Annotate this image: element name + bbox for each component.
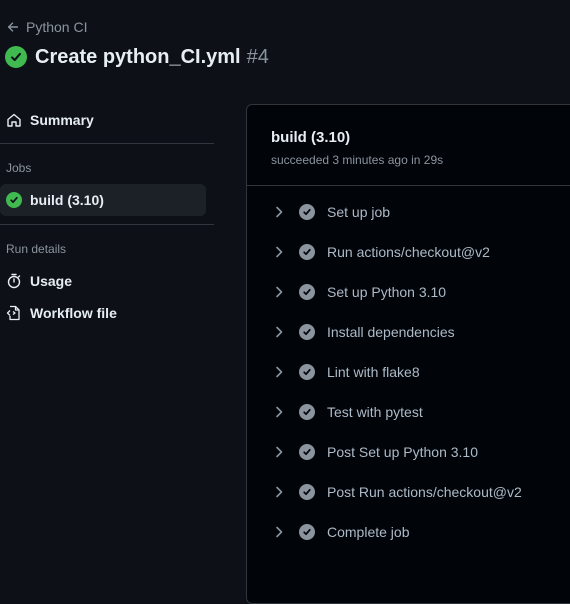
chevron-right-icon <box>276 326 283 338</box>
chevron-right-icon <box>276 246 283 258</box>
run-details-heading: Run details <box>6 242 67 256</box>
step-row[interactable]: Complete job <box>271 520 570 544</box>
step-row[interactable]: Post Run actions/checkout@v2 <box>271 480 570 504</box>
step-label: Post Set up Python 3.10 <box>327 444 478 460</box>
page-title: Create python_CI.yml <box>35 45 241 68</box>
back-link[interactable]: Python CI <box>6 17 87 37</box>
chevron-right-icon <box>276 366 283 378</box>
sidebar-divider <box>0 224 214 225</box>
chevron-right-icon <box>276 486 283 498</box>
job-status-text: succeeded 3 minutes ago in 29s <box>271 153 444 167</box>
job-label: build (3.10) <box>30 192 104 208</box>
step-success-icon <box>299 404 315 420</box>
page-title-row: Create python_CI.yml #4 <box>5 43 269 71</box>
step-success-icon <box>299 284 315 300</box>
step-label: Test with pytest <box>327 404 423 420</box>
step-success-icon <box>299 244 315 260</box>
step-label: Complete job <box>327 524 410 540</box>
chevron-right-icon <box>276 526 283 538</box>
step-label: Set up job <box>327 204 391 220</box>
step-row[interactable]: Lint with flake8 <box>271 360 570 384</box>
run-number: #4 <box>246 45 269 68</box>
step-label: Lint with flake8 <box>327 364 420 380</box>
step-row[interactable]: Set up job <box>271 200 570 224</box>
back-link-label: Python CI <box>26 19 88 35</box>
arrow-left-icon <box>7 22 19 32</box>
chevron-right-icon <box>276 286 283 298</box>
step-row[interactable]: Set up Python 3.10 <box>271 280 570 304</box>
chevron-right-icon <box>276 406 283 418</box>
step-success-icon <box>299 364 315 380</box>
step-success-icon <box>299 204 315 220</box>
step-success-icon <box>299 444 315 460</box>
sidebar-item-usage[interactable]: Usage <box>0 265 72 297</box>
chevron-right-icon <box>276 206 283 218</box>
step-row[interactable]: Post Set up Python 3.10 <box>271 440 570 464</box>
jobs-heading: Jobs <box>6 161 32 175</box>
sidebar-item-label: Workflow file <box>30 305 117 321</box>
job-panel-header: build (3.10) succeeded 3 minutes ago in … <box>271 129 443 167</box>
sidebar-item-label: Summary <box>30 112 94 128</box>
step-label: Post Run actions/checkout@v2 <box>327 484 522 500</box>
stopwatch-icon <box>7 273 21 289</box>
chevron-right-icon <box>276 446 283 458</box>
workflow-file-icon <box>6 305 20 321</box>
success-check-icon <box>5 46 27 68</box>
job-title: build (3.10) <box>271 129 351 146</box>
sidebar-item-workflow-file[interactable]: Workflow file <box>0 297 117 329</box>
step-success-icon <box>299 484 315 500</box>
sidebar-job-build[interactable]: build (3.10) <box>0 184 206 216</box>
step-row[interactable]: Test with pytest <box>271 400 570 424</box>
sidebar-item-label: Usage <box>30 273 73 289</box>
step-label: Install dependencies <box>327 324 455 340</box>
step-row[interactable]: Run actions/checkout@v2 <box>271 240 570 264</box>
success-check-icon <box>6 192 22 208</box>
step-row[interactable]: Install dependencies <box>271 320 570 344</box>
sidebar-divider <box>0 143 214 144</box>
step-success-icon <box>299 324 315 340</box>
sidebar-item-summary[interactable]: Summary <box>0 104 94 136</box>
job-panel: build (3.10) succeeded 3 minutes ago in … <box>246 104 570 604</box>
home-icon <box>7 113 21 127</box>
step-success-icon <box>299 524 315 540</box>
panel-divider <box>247 185 570 186</box>
step-label: Run actions/checkout@v2 <box>327 244 490 260</box>
step-label: Set up Python 3.10 <box>327 284 447 300</box>
